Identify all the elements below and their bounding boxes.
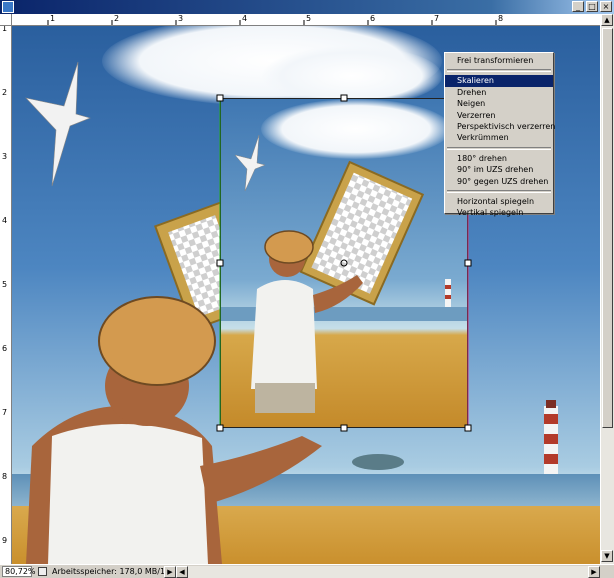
menu-item[interactable]: Neigen: [445, 98, 553, 109]
menu-separator: [447, 189, 551, 193]
vertical-scroll-thumb[interactable]: [602, 28, 613, 428]
menu-item[interactable]: Drehen: [445, 87, 553, 98]
scroll-up-button[interactable]: ▲: [601, 14, 613, 26]
ruler-label: 7: [434, 14, 440, 23]
ruler-label: 8: [2, 472, 8, 481]
menu-item[interactable]: 180° drehen: [445, 153, 553, 164]
menu-item[interactable]: Skalieren: [445, 75, 553, 87]
seagull: [25, 61, 91, 187]
document-info-icon: [38, 567, 47, 576]
ruler-label: 4: [242, 14, 248, 23]
horizontal-scrollbar[interactable]: ◀ ▶: [176, 566, 600, 578]
menu-separator: [447, 146, 551, 150]
close-button[interactable]: ×: [600, 1, 612, 12]
ruler-horizontal[interactable]: 1 2 3 4 5 6 7 8: [12, 14, 600, 26]
scroll-left-button[interactable]: ◀: [176, 566, 188, 578]
menu-item[interactable]: 90° gegen UZS drehen: [445, 176, 553, 187]
menu-item[interactable]: Verzerren: [445, 110, 553, 121]
ruler-label: 1: [2, 26, 8, 33]
ruler-label: 7: [2, 408, 8, 417]
title-bar: _ □ ×: [0, 0, 614, 14]
window-controls: _ □ ×: [572, 1, 612, 12]
menu-item[interactable]: Frei transformieren: [445, 55, 553, 66]
ruler-label: 2: [2, 88, 8, 97]
ruler-label: 6: [370, 14, 376, 23]
app-icon: [2, 1, 14, 13]
menu-separator: [447, 69, 551, 73]
transform-context-menu: Frei transformieren Skalieren Drehen Neigen…: [444, 52, 555, 217]
lighthouse: [445, 279, 451, 307]
ruler-label: 3: [2, 152, 8, 161]
ruler-origin[interactable]: [0, 14, 12, 26]
menu-item[interactable]: Horizontal spiegeln: [445, 196, 553, 207]
lighthouse: [544, 400, 558, 474]
status-menu-arrow[interactable]: ▶: [164, 566, 176, 578]
vertical-scrollbar[interactable]: ▲ ▼: [600, 14, 614, 564]
zoom-field[interactable]: 80,72%: [2, 566, 36, 577]
transform-layer[interactable]: [220, 98, 468, 428]
scroll-right-button[interactable]: ▶: [588, 566, 600, 578]
ruler-label: 1: [50, 14, 56, 23]
menu-item[interactable]: 90° im UZS drehen: [445, 164, 553, 175]
seagull: [234, 134, 266, 192]
status-bar: 80,72% Arbeitsspeicher: 178,0 MB/1,44 GB…: [0, 564, 614, 578]
ruler-label: 5: [306, 14, 312, 23]
ruler-label: 6: [2, 344, 8, 353]
scroll-down-button[interactable]: ▼: [601, 550, 613, 562]
ruler-vertical[interactable]: 1 2 3 4 5 6 7 8 9: [0, 26, 12, 564]
layer-artwork: [221, 134, 467, 413]
menu-item[interactable]: Verkrümmen: [445, 132, 553, 143]
minimize-button[interactable]: _: [572, 1, 584, 12]
ruler-label: 9: [2, 536, 8, 545]
ruler-label: 4: [2, 216, 8, 225]
ruler-label: 5: [2, 280, 8, 289]
ruler-label: 8: [498, 14, 504, 23]
ruler-label: 2: [114, 14, 120, 23]
menu-item[interactable]: Vertikal spiegeln: [445, 207, 553, 218]
maximize-button[interactable]: □: [586, 1, 598, 12]
ruler-label: 3: [178, 14, 184, 23]
menu-item[interactable]: Perspektivisch verzerren: [445, 121, 555, 132]
tree-island: [352, 454, 404, 470]
